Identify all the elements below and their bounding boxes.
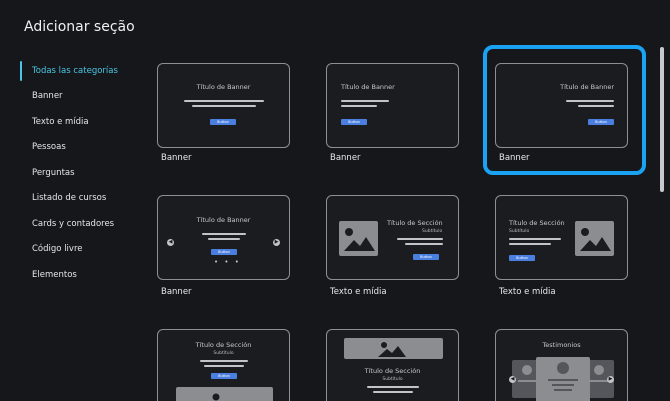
preview-button: Button (509, 255, 535, 261)
preview-heading: Título de Sección (364, 367, 421, 375)
template-card-media-right[interactable]: Título de Sección Subtítulo Button (495, 195, 628, 280)
preview-heading: Título de Sección (195, 341, 252, 349)
template-card-media-bottom[interactable]: Título de Sección Subtítulo Button (157, 329, 290, 401)
category-all[interactable]: Todas las categorías (20, 58, 140, 84)
preview-heading: Título de Sección (509, 219, 565, 227)
image-icon (176, 387, 273, 401)
preview-button: Button (210, 119, 236, 125)
template-card-media-top[interactable]: Título de Sección Subtítulo (326, 329, 459, 401)
template-card-banner-carousel[interactable]: Título de Banner Button ◀ ▶ • • • (157, 195, 290, 280)
preview-line (341, 105, 377, 107)
preview-subtitle: Subtítulo (509, 229, 530, 234)
preview-button: Button (211, 373, 237, 379)
preview-line (202, 233, 246, 235)
preview-subtitle: Subtítulo (213, 351, 234, 356)
preview-line (397, 238, 443, 240)
preview-heading: Título de Sección (387, 219, 443, 227)
preview-button: Button (341, 119, 367, 125)
testimonial-card-active (536, 357, 590, 401)
image-icon (339, 221, 378, 256)
preview-heading: Testimonios (542, 341, 581, 349)
preview-line (373, 391, 413, 393)
template-card-label: Banner (161, 153, 192, 163)
chevron-right-icon: ▶ (273, 239, 280, 246)
category-people[interactable]: Pessoas (20, 135, 140, 161)
preview-line (200, 360, 248, 362)
template-card-label: Banner (330, 153, 361, 163)
preview-heading: Título de Banner (196, 83, 251, 91)
preview-button: Button (211, 249, 237, 255)
template-card-banner-centered[interactable]: Título de Banner Button (157, 63, 290, 148)
dialog-title: Adicionar seção (24, 19, 135, 35)
template-card-banner-left[interactable]: Título de Banner Button (326, 63, 459, 148)
selected-template-outline (483, 45, 646, 175)
chevron-right-icon: ▶ (607, 376, 614, 383)
category-questions[interactable]: Perguntas (20, 160, 140, 186)
category-sidebar: Todas las categorías Banner Texto e mídi… (20, 58, 140, 288)
template-card-label: Texto e mídia (330, 287, 387, 297)
chevron-left-icon: ◀ (509, 376, 516, 383)
preview-heading: Título de Banner (196, 216, 251, 224)
preview-line (204, 365, 244, 367)
preview-line (208, 238, 240, 240)
template-card-label: Banner (161, 287, 192, 297)
preview-button: Button (413, 254, 439, 260)
template-card-testimonials[interactable]: Testimonios ◀ ▶ (495, 329, 628, 401)
category-course-list[interactable]: Listado de cursos (20, 186, 140, 212)
preview-subtitle: Subtítulo (422, 229, 443, 234)
image-icon (575, 221, 614, 256)
preview-line (184, 100, 264, 102)
category-text-media[interactable]: Texto e mídia (20, 109, 140, 135)
category-elements[interactable]: Elementos (20, 262, 140, 288)
category-cards-counters[interactable]: Cards y contadores (20, 211, 140, 237)
preview-heading: Título de Banner (341, 83, 395, 91)
preview-line (341, 100, 389, 102)
preview-subtitle: Subtítulo (382, 377, 403, 382)
carousel-dots: • • • (214, 258, 241, 266)
category-free-code[interactable]: Código livre (20, 237, 140, 263)
preview-line (405, 243, 443, 245)
preview-line (367, 386, 419, 388)
preview-line (509, 243, 551, 245)
chevron-left-icon: ◀ (167, 239, 174, 246)
template-card-label: Texto e mídia (499, 287, 556, 297)
preview-line (192, 105, 256, 107)
category-banner[interactable]: Banner (20, 84, 140, 110)
template-card-media-left[interactable]: Título de Sección Subtítulo Button (326, 195, 459, 280)
scrollbar[interactable] (660, 47, 664, 192)
preview-line (509, 238, 561, 240)
image-icon (344, 338, 443, 359)
